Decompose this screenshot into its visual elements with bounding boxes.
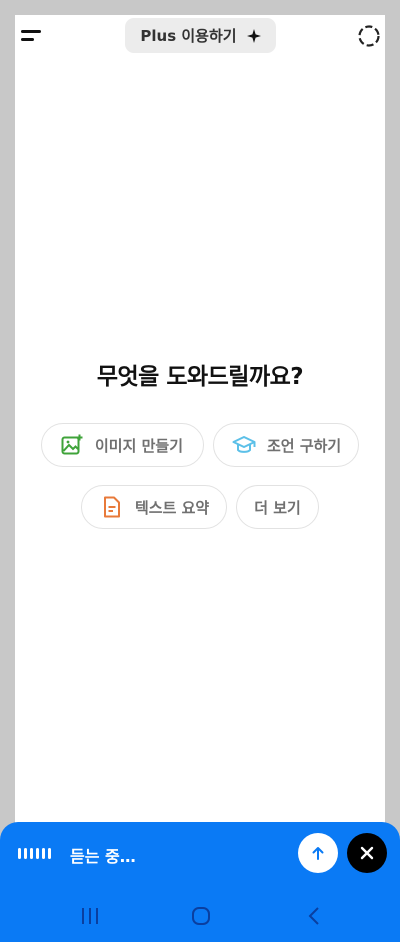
summarize-text-chip[interactable]: 텍스트 요약 — [81, 485, 227, 529]
document-icon — [104, 496, 120, 518]
image-create-icon — [61, 434, 83, 455]
create-image-chip[interactable]: 이미지 만들기 — [41, 423, 204, 467]
plus-upgrade-button[interactable]: Plus 이용하기 — [125, 18, 276, 53]
system-navbar — [0, 900, 400, 930]
plus-upgrade-label: Plus 이용하기 — [140, 27, 237, 45]
sparkle-icon — [246, 28, 261, 43]
back-icon[interactable] — [303, 906, 325, 926]
temporary-chat-icon[interactable] — [357, 24, 381, 48]
voice-input-bar: 듣는 중… — [0, 822, 400, 942]
more-label: 더 보기 — [254, 498, 301, 517]
close-icon — [360, 846, 374, 860]
arrow-up-icon — [312, 847, 324, 860]
graduation-cap-icon — [232, 436, 256, 453]
listening-status: 듣는 중… — [70, 847, 136, 866]
recent-apps-icon[interactable] — [79, 906, 101, 926]
chat-screen: Plus 이용하기 무엇을 도와드릴까요? 이미지 만들기 조언 구하기 텍스트… — [15, 15, 385, 942]
more-chip[interactable]: 더 보기 — [236, 485, 319, 529]
create-image-label: 이미지 만들기 — [95, 436, 184, 455]
get-advice-chip[interactable]: 조언 구하기 — [213, 423, 359, 467]
close-voice-button[interactable] — [347, 833, 387, 873]
summarize-text-label: 텍스트 요약 — [135, 498, 210, 517]
page-title: 무엇을 도와드릴까요? — [96, 364, 304, 390]
get-advice-label: 조언 구하기 — [267, 436, 342, 455]
menu-icon[interactable] — [21, 28, 43, 44]
send-button[interactable] — [298, 833, 338, 873]
home-icon[interactable] — [190, 906, 212, 926]
waveform-icon — [18, 848, 51, 859]
